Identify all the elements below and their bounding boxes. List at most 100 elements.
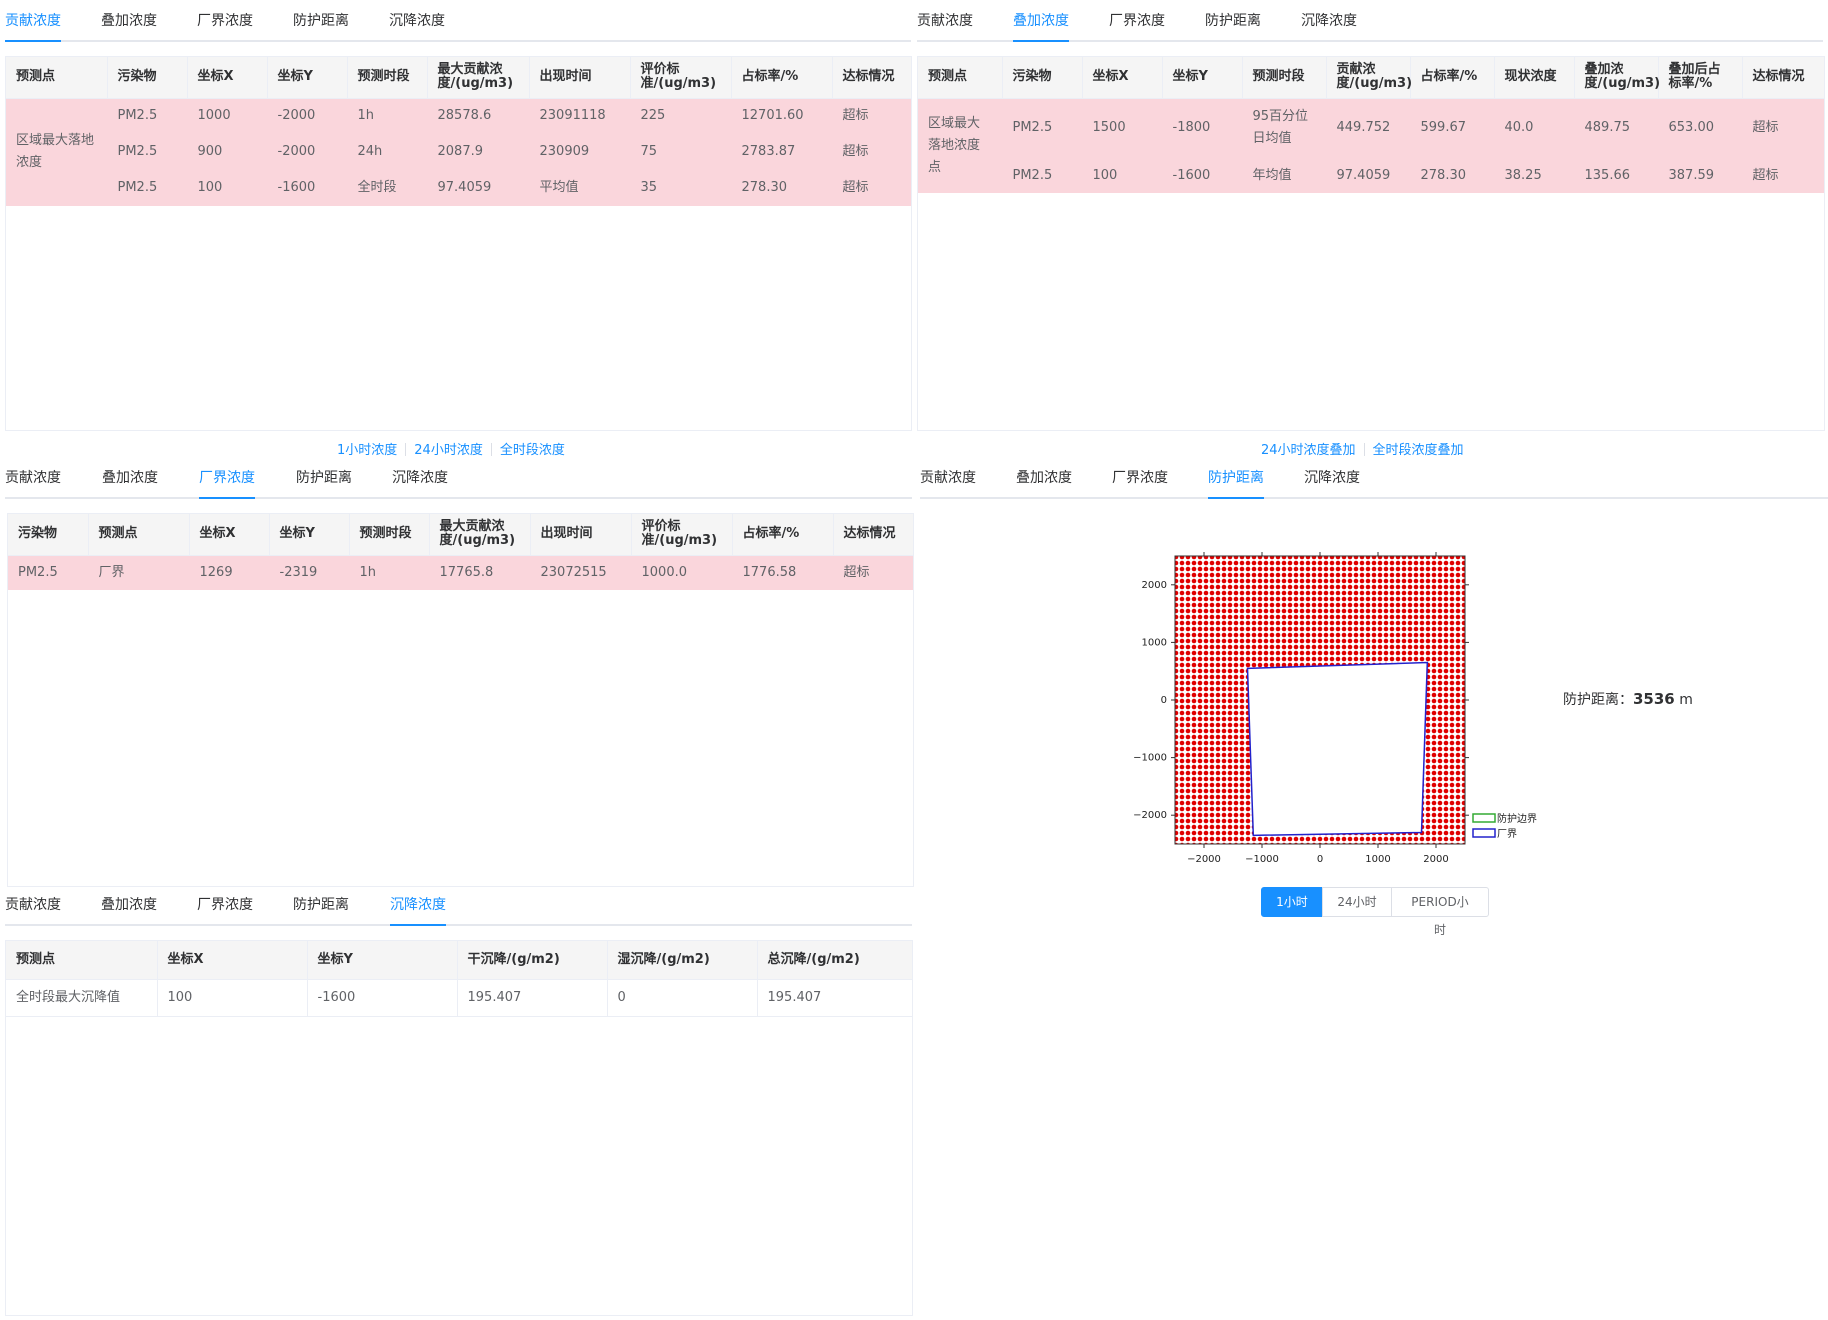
table-row[interactable]: PM2.5 100 -1600 年均值 97.4059 278.30 38.25… [918,158,1824,193]
period-full-button[interactable]: PERIOD小时 [1391,887,1489,937]
table-row[interactable]: PM2.5 厂界 1269 -2319 1h 17765.8 23072515 … [8,555,913,590]
cell: 40.0 [1494,98,1574,158]
tab-protection[interactable]: 防护距离 [1208,457,1264,499]
col-header[interactable]: 坐标Y [269,514,350,556]
y-tick-label: 0 [1161,695,1167,706]
protection-distance-label: 防护距离： [1563,692,1633,708]
col-header[interactable]: 坐标X [1082,57,1163,99]
cell: PM2.5 [107,170,187,206]
cell: PM2.5 [107,134,187,170]
cell: 1h [349,555,429,590]
contribution-table: 预测点 污染物 坐标X 坐标Y 预测时段 最大贡献浓度/(ug/m3) 出现时间… [5,56,912,431]
link-24h-concentration[interactable]: 24小时浓度 [414,443,483,458]
link-24h-superposition[interactable]: 24小时浓度叠加 [1261,443,1356,458]
cell: 75 [630,134,731,170]
tab-superposition[interactable]: 叠加浓度 [1016,457,1072,497]
cell: -1800 [1162,98,1242,158]
tab-boundary[interactable]: 厂界浓度 [197,884,253,924]
col-header[interactable]: 现状浓度 [1494,57,1575,99]
tab-contribution[interactable]: 贡献浓度 [5,0,61,42]
table-row[interactable]: 区域最大落地浓度点 PM2.5 1500 -1800 95百分位日均值 449.… [918,98,1824,193]
col-header[interactable]: 污染物 [1002,57,1083,99]
col-header[interactable]: 坐标Y [307,941,458,980]
tab-deposition[interactable]: 沉降浓度 [1304,457,1360,497]
tab-deposition[interactable]: 沉降浓度 [390,884,446,926]
period-1h-button[interactable]: 1小时 [1261,887,1323,917]
col-header[interactable]: 湿沉降/(g/m2) [607,941,758,980]
table-row[interactable]: 区域最大落地浓度 PM2.5 1000 -2000 1h 28578.6 230… [6,98,911,206]
col-header[interactable]: 占标率/% [732,514,834,556]
col-header[interactable]: 叠加后占标率/% [1658,57,1743,99]
tab-contribution[interactable]: 贡献浓度 [917,0,973,40]
col-header[interactable]: 占标率/% [1410,57,1495,99]
col-header[interactable]: 坐标X [157,941,308,980]
link-full-period-superposition[interactable]: 全时段浓度叠加 [1373,443,1464,458]
col-header[interactable]: 干沉降/(g/m2) [457,941,608,980]
tab-boundary[interactable]: 厂界浓度 [1112,457,1168,497]
col-header[interactable]: 达标情况 [832,57,911,99]
tab-superposition[interactable]: 叠加浓度 [1013,0,1069,42]
tab-superposition[interactable]: 叠加浓度 [101,0,157,40]
col-header[interactable]: 预测时段 [349,514,430,556]
col-header[interactable]: 占标率/% [731,57,833,99]
col-header[interactable]: 坐标X [187,57,268,99]
col-header[interactable]: 评价标准/(ug/m3) [630,57,732,99]
legend-label: 厂界 [1497,828,1517,840]
cell: PM2.5 [107,98,187,134]
col-header[interactable]: 坐标X [189,514,270,556]
tab-protection[interactable]: 防护距离 [293,0,349,40]
col-header[interactable]: 坐标Y [267,57,348,99]
col-header[interactable]: 污染物 [107,57,188,99]
cell: 38.25 [1494,158,1574,193]
table-row[interactable]: PM2.5 900 -2000 24h 2087.9 230909 75 278… [6,134,911,170]
link-full-period-concentration[interactable]: 全时段浓度 [500,443,565,458]
tab-deposition[interactable]: 沉降浓度 [392,457,448,497]
cell: 100 [1082,158,1162,193]
col-header[interactable]: 污染物 [8,514,89,556]
col-header[interactable]: 预测点 [6,941,158,980]
col-header[interactable]: 叠加浓度/(ug/m3) [1574,57,1660,99]
col-header[interactable]: 预测点 [88,514,190,556]
link-1h-concentration[interactable]: 1小时浓度 [337,443,397,458]
col-header[interactable]: 贡献浓度/(ug/m3) [1326,57,1412,99]
col-header[interactable]: 预测时段 [347,57,428,99]
col-header[interactable]: 预测点 [918,57,1003,99]
tab-contribution[interactable]: 贡献浓度 [5,884,61,924]
col-header[interactable]: 预测时段 [1242,57,1327,99]
cell: 135.66 [1574,158,1658,193]
tab-boundary[interactable]: 厂界浓度 [199,457,255,499]
tab-contribution[interactable]: 贡献浓度 [5,457,61,497]
table-row[interactable]: 全时段最大沉降值 100 -1600 195.407 0 195.407 [6,979,912,1017]
period-24h-button[interactable]: 24小时 [1322,887,1392,917]
col-header[interactable]: 出现时间 [530,514,632,556]
col-header[interactable]: 预测点 [6,57,108,99]
col-header[interactable]: 达标情况 [1742,57,1824,99]
col-header[interactable]: 坐标Y [1162,57,1243,99]
col-header[interactable]: 达标情况 [833,514,913,556]
cell: 1h [347,98,427,134]
tab-protection[interactable]: 防护距离 [296,457,352,497]
tab-boundary[interactable]: 厂界浓度 [1109,0,1165,40]
col-header[interactable]: 评价标准/(ug/m3) [631,514,733,556]
tab-superposition[interactable]: 叠加浓度 [102,457,158,497]
col-header[interactable]: 最大贡献浓度/(ug/m3) [429,514,531,556]
tab-superposition[interactable]: 叠加浓度 [101,884,157,924]
tab-deposition[interactable]: 沉降浓度 [389,0,445,40]
cell: 230909 [529,134,630,170]
tab-deposition[interactable]: 沉降浓度 [1301,0,1357,40]
col-header[interactable]: 出现时间 [529,57,631,99]
cell: 12701.60 [731,98,832,134]
tab-boundary[interactable]: 厂界浓度 [197,0,253,40]
table-row[interactable]: PM2.5 100 -1600 全时段 97.4059 平均值 35 278.3… [6,170,911,206]
cell: 278.30 [731,170,832,206]
superposition-tabs: 贡献浓度 叠加浓度 厂界浓度 防护距离 沉降浓度 [917,0,1823,42]
tab-protection[interactable]: 防护距离 [293,884,349,924]
col-header[interactable]: 总沉降/(g/m2) [757,941,912,980]
divider [405,443,407,456]
tab-protection[interactable]: 防护距离 [1205,0,1261,40]
col-header[interactable]: 最大贡献浓度/(ug/m3) [427,57,530,99]
period-toggle: 1小时 24小时 PERIOD小时 [1261,887,1489,937]
cell: 超标 [833,555,913,590]
tab-contribution[interactable]: 贡献浓度 [920,457,976,497]
cell: -2319 [269,555,349,590]
